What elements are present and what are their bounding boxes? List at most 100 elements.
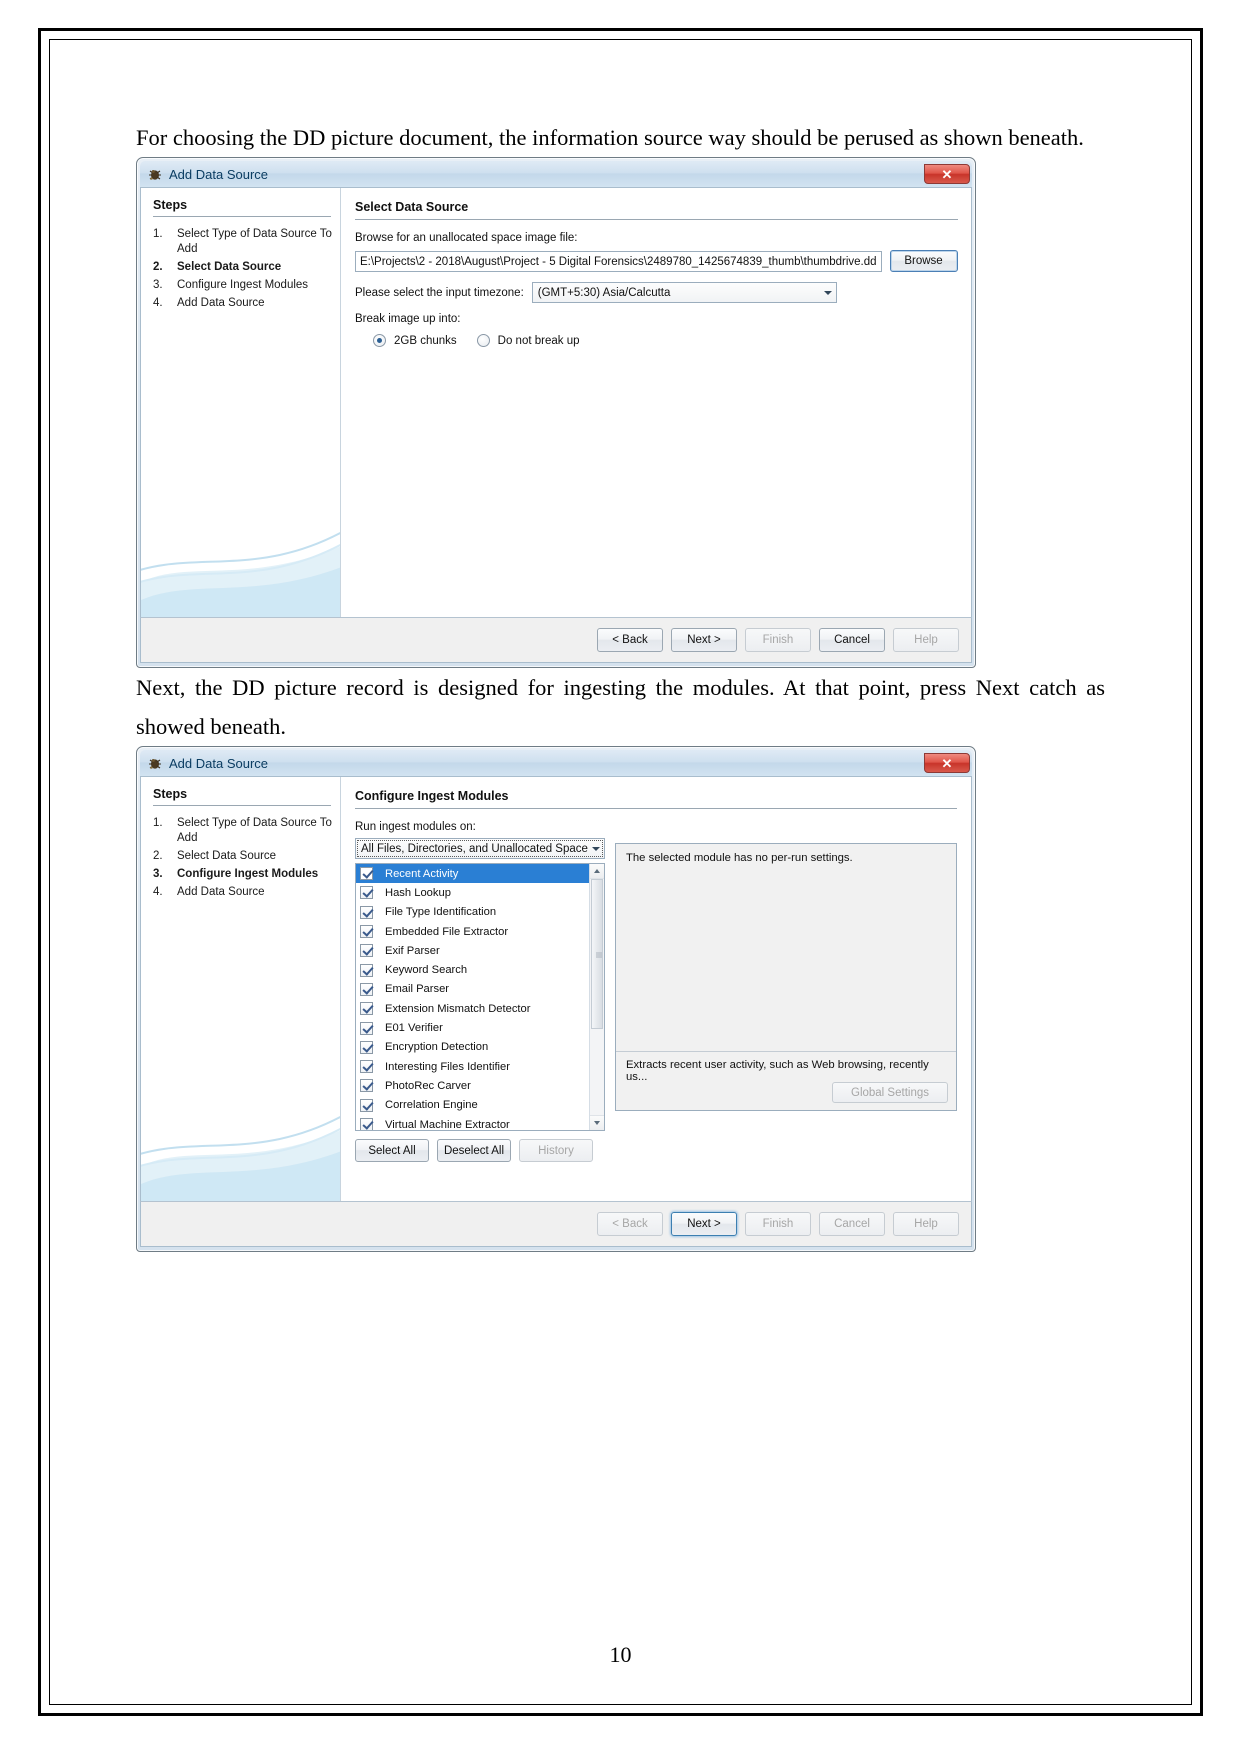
next-button[interactable]: Next > [671,628,737,652]
back-button[interactable]: < Back [597,628,663,652]
radio-2gb-chunks-label: 2GB chunks [394,334,457,347]
global-settings-button: Global Settings [832,1082,948,1103]
step-number: 2. [153,261,163,273]
dialog2-footer: < Back Next > Finish Cancel Help [140,1201,972,1247]
checkbox-icon[interactable] [360,1021,373,1035]
module-label: Recent Activity [385,867,459,880]
chevron-down-icon[interactable] [820,283,836,302]
checkbox-icon[interactable] [360,1060,373,1074]
dialog1-titlebar[interactable]: Add Data Source ✕ [140,161,972,187]
image-path-input[interactable]: E:\Projects\2 - 2018\August\Project - 5 … [355,250,882,272]
cancel-button[interactable]: Cancel [819,628,885,652]
step-item-4: 4. Add Data Source [153,885,332,900]
paragraph-1: For choosing the DD picture document, th… [136,125,1084,150]
checkbox-icon[interactable] [360,1098,373,1112]
step-item-3: 3. Configure Ingest Modules [153,867,332,882]
help-button: Help [893,628,959,652]
list-item[interactable]: Correlation Engine [356,1096,589,1115]
checkbox-icon[interactable] [360,963,373,977]
module-description-text: Extracts recent user activity, such as W… [626,1059,929,1083]
module-label: PhotoRec Carver [385,1079,471,1092]
dialog2-titlebar[interactable]: Add Data Source ✕ [140,750,972,776]
list-item[interactable]: Interesting Files Identifier [356,1057,589,1076]
grip-icon [596,952,602,958]
module-action-buttons: Select All Deselect All History [355,1139,605,1162]
step-item-2: 2. Select Data Source [153,260,332,275]
step-item-3: 3. Configure Ingest Modules [153,278,332,293]
ingest-modules-list[interactable]: Recent Activity Hash Lookup File Type Id… [355,863,605,1131]
checkbox-icon[interactable] [360,925,373,939]
add-data-source-dialog-1: Add Data Source ✕ Steps 1. Select Type o… [136,157,976,668]
list-item[interactable]: Exif Parser [356,941,589,960]
scrollbar-track[interactable] [590,879,604,1115]
close-icon[interactable]: ✕ [924,753,970,773]
deselect-all-button[interactable]: Deselect All [437,1139,511,1162]
scrollbar-thumb[interactable] [591,879,603,1029]
run-ingest-modules-label: Run ingest modules on: [355,821,476,833]
run-ingest-scope-value: All Files, Directories, and Unallocated … [361,842,588,855]
checkbox-icon[interactable] [360,1079,373,1093]
help-button: Help [893,1212,959,1236]
select-all-button[interactable]: Select All [355,1139,429,1162]
step-label: Add Data Source [177,297,265,309]
dialog2-title: Add Data Source [169,755,269,771]
module-label: File Type Identification [385,906,497,919]
radio-do-not-break-up-label: Do not break up [497,334,580,347]
list-item[interactable]: Email Parser [356,980,589,999]
dialog1-panel-title: Select Data Source [355,200,958,220]
timezone-row: Please select the input timezone: (GMT+5… [355,282,958,303]
list-item[interactable]: Recent Activity [356,864,589,884]
list-item[interactable]: Extension Mismatch Detector [356,999,589,1018]
close-icon[interactable]: ✕ [924,164,970,184]
scroll-up-icon[interactable] [590,864,604,879]
checkbox-icon[interactable] [360,886,373,900]
steps-heading: Steps [153,198,331,217]
checkbox-icon[interactable] [360,982,373,996]
decorative-wave-graphic [141,1115,340,1201]
list-item[interactable]: Encryption Detection [356,1038,589,1057]
step-item-4: 4. Add Data Source [153,296,332,311]
checkbox-icon[interactable] [360,1118,373,1130]
checkbox-icon[interactable] [360,1040,373,1054]
page-border-outer: For choosing the DD picture document, th… [38,28,1203,1716]
module-label: Encryption Detection [385,1041,489,1054]
step-label: Configure Ingest Modules [177,279,309,291]
run-ingest-scope-select[interactable]: All Files, Directories, and Unallocated … [355,838,605,859]
dialog2-steps-list: 1. Select Type of Data Source To Add 2. … [153,816,332,900]
radio-2gb-chunks[interactable] [373,334,386,347]
dialog1-title: Add Data Source [169,166,269,182]
checkbox-icon[interactable] [360,867,373,881]
step-number: 4. [153,297,163,309]
modules-scrollbar[interactable] [589,864,604,1130]
history-button: History [519,1139,593,1162]
checkbox-icon[interactable] [360,944,373,958]
document-content: For choosing the DD picture document, th… [136,118,1105,1684]
dialog2-body: Steps 1. Select Type of Data Source To A… [140,776,972,1201]
step-number: 3. [153,279,163,291]
chevron-down-icon[interactable] [588,839,604,858]
browse-button[interactable]: Browse [889,250,958,272]
page-border-inner: For choosing the DD picture document, th… [49,39,1192,1705]
browse-field-label: Browse for an unallocated space image fi… [355,232,578,244]
list-item[interactable]: File Type Identification [356,903,589,922]
timezone-select[interactable]: (GMT+5:30) Asia/Calcutta [531,282,837,303]
next-button[interactable]: Next > [671,1212,737,1236]
dialog2-main-panel: Configure Ingest Modules Run ingest modu… [341,777,971,1201]
list-item[interactable]: PhotoRec Carver [356,1076,589,1095]
list-item[interactable]: Keyword Search [356,960,589,979]
radio-do-not-break-up[interactable] [476,334,490,347]
scroll-down-icon[interactable] [590,1115,604,1130]
list-item[interactable]: Virtual Machine Extractor [356,1115,589,1130]
list-item[interactable]: E01 Verifier [356,1018,589,1037]
checkbox-icon[interactable] [360,1002,373,1016]
dialog1-main-panel: Select Data Source Browse for an unalloc… [341,188,971,617]
break-image-label: Break image up into: [355,313,461,325]
checkbox-icon[interactable] [360,905,373,919]
step-number: 1. [153,817,163,829]
paragraph-2: Next, the DD picture record is designed … [136,675,1105,739]
list-item[interactable]: Hash Lookup [356,883,589,902]
list-item[interactable]: Embedded File Extractor [356,922,589,941]
finish-button: Finish [745,628,811,652]
module-settings-column: The selected module has no per-run setti… [615,821,957,1162]
page-number: 10 [609,1642,632,1667]
